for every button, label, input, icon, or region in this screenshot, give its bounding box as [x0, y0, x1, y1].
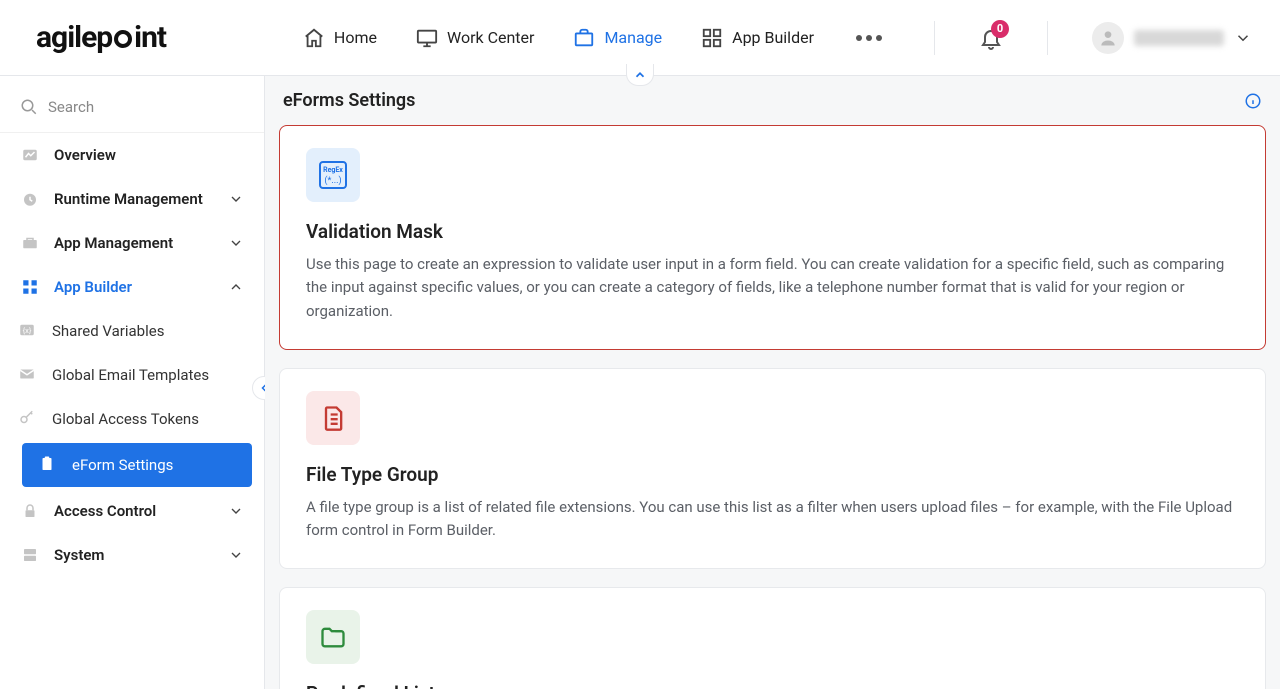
more-menu-button[interactable] [848, 27, 890, 49]
sidebar-sub-global-access-tokens[interactable]: Global Access Tokens [0, 397, 264, 441]
folder-icon [306, 610, 360, 664]
dot-icon [866, 35, 872, 41]
search-placeholder: Search [48, 98, 94, 116]
chevron-up-icon [633, 68, 647, 82]
info-icon [1244, 92, 1262, 110]
card-description: Use this page to create an expression to… [306, 253, 1239, 323]
svg-text:{x}: {x} [23, 326, 32, 335]
avatar-icon [1092, 22, 1124, 54]
sidebar-sub-eform-settings[interactable]: eForm Settings [22, 443, 252, 487]
search-icon [20, 98, 38, 116]
sidebar-item-label: Shared Variables [52, 322, 164, 340]
page-title-row: eForms Settings [265, 76, 1280, 119]
notifications-button[interactable]: 0 [979, 26, 1003, 50]
chevron-down-icon [228, 503, 244, 519]
card-validation-mask[interactable]: RegEx(*...) Validation Mask Use this pag… [279, 125, 1266, 350]
variable-icon: {x} [18, 321, 38, 341]
sidebar-item-system[interactable]: System [0, 533, 264, 577]
user-menu[interactable] [1092, 22, 1252, 54]
chevron-down-icon [228, 191, 244, 207]
logo[interactable]: agilep int [36, 20, 166, 55]
topbar-collapse-button[interactable] [626, 64, 654, 86]
chart-icon [20, 145, 40, 165]
dot-icon [856, 35, 862, 41]
notification-badge: 0 [991, 20, 1009, 38]
card-file-type-group[interactable]: File Type Group A file type group is a l… [279, 368, 1266, 570]
chevron-down-icon [228, 547, 244, 563]
key-icon [18, 409, 38, 429]
divider [934, 21, 935, 55]
chevron-down-icon [1234, 29, 1252, 47]
nav-manage[interactable]: Manage [568, 20, 666, 56]
briefcase-icon [572, 26, 596, 50]
nav-work-center-label: Work Center [447, 28, 534, 47]
sidebar-item-label: Access Control [54, 502, 156, 520]
nav-home-label: Home [334, 28, 377, 47]
clipboard-icon [38, 455, 58, 475]
card-title: Predefined List [306, 682, 1239, 689]
chevron-up-icon [228, 279, 244, 295]
main-content: eForms Settings RegEx(*...) Validation M… [265, 76, 1280, 689]
nav-home[interactable]: Home [298, 20, 381, 56]
info-button[interactable] [1244, 92, 1262, 110]
logo-text-pre: agilep [36, 20, 112, 55]
regex-icon: RegEx(*...) [306, 148, 360, 202]
sidebar-item-label: App Builder [54, 278, 132, 296]
lock-icon [20, 501, 40, 521]
sidebar-item-access-control[interactable]: Access Control [0, 489, 264, 533]
sidebar-sub-shared-variables[interactable]: {x} Shared Variables [0, 309, 264, 353]
card-title: Validation Mask [306, 220, 1239, 243]
clock-icon [20, 189, 40, 209]
sidebar-item-runtime[interactable]: Runtime Management [0, 177, 264, 221]
page-title: eForms Settings [283, 90, 415, 111]
sidebar-item-label: Runtime Management [54, 190, 203, 208]
sidebar-item-app-management[interactable]: App Management [0, 221, 264, 265]
sidebar-search[interactable]: Search [0, 88, 264, 133]
envelope-icon [18, 365, 38, 385]
sidebar-item-overview[interactable]: Overview [0, 133, 264, 177]
logo-dot-icon [114, 30, 132, 48]
file-icon [306, 391, 360, 445]
logo-text-post: int [134, 20, 166, 55]
nav-app-builder-label: App Builder [732, 28, 814, 47]
sidebar-item-label: eForm Settings [72, 456, 173, 474]
server-icon [20, 545, 40, 565]
user-name [1134, 30, 1224, 46]
card-title: File Type Group [306, 463, 1239, 486]
dot-icon [876, 35, 882, 41]
sidebar-item-label: App Management [54, 234, 173, 252]
card-predefined-list[interactable]: Predefined List [279, 587, 1266, 689]
sidebar: Search Overview Runtime Management App M… [0, 76, 265, 689]
sidebar-item-app-builder[interactable]: App Builder [0, 265, 264, 309]
sidebar-item-label: Global Email Templates [52, 366, 209, 384]
nav-app-builder[interactable]: App Builder [696, 20, 818, 56]
sidebar-item-label: System [54, 546, 104, 564]
nav-items: Home Work Center Manage App Builder [298, 20, 1252, 56]
divider [1047, 21, 1048, 55]
nav-manage-label: Manage [604, 28, 662, 47]
toolbox-icon [20, 233, 40, 253]
svg-text:RegEx: RegEx [323, 166, 343, 174]
chevron-down-icon [228, 235, 244, 251]
sidebar-item-label: Overview [54, 146, 116, 164]
grid-icon [700, 26, 724, 50]
svg-text:(*...): (*...) [324, 175, 341, 186]
home-icon [302, 26, 326, 50]
nav-work-center[interactable]: Work Center [411, 20, 538, 56]
sidebar-item-label: Global Access Tokens [52, 410, 199, 428]
card-description: A file type group is a list of related f… [306, 496, 1239, 543]
sidebar-sub-global-email-templates[interactable]: Global Email Templates [0, 353, 264, 397]
grid-icon [20, 277, 40, 297]
monitor-icon [415, 26, 439, 50]
